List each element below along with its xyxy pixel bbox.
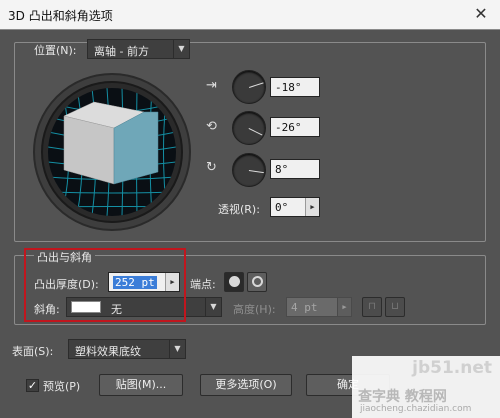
z-axis-rotate-icon: ↻ bbox=[206, 160, 217, 175]
surface-value: 塑料效果底纹 bbox=[75, 345, 141, 358]
perspective-arrow-icon[interactable]: ▶ bbox=[305, 198, 319, 216]
surface-label: 表面(S): bbox=[12, 345, 54, 358]
chevron-down-icon: ▼ bbox=[205, 298, 221, 316]
x-axis-rotate-icon: ⇥ bbox=[206, 78, 217, 93]
bevel-height-value: 4 pt bbox=[291, 301, 318, 314]
title-bar: 3D 凸出和斜角选项 ✕ bbox=[0, 0, 500, 30]
bevel-height-label: 高度(H): bbox=[233, 303, 276, 316]
z-rotation-field[interactable]: 8° bbox=[270, 159, 320, 179]
perspective-field[interactable]: 0° ▶ bbox=[270, 197, 320, 217]
cap-off-icon bbox=[252, 276, 263, 287]
z-rotation-value: 8° bbox=[275, 163, 289, 176]
highlight-box bbox=[24, 248, 186, 322]
bevel-outward-icon: ⊓ bbox=[368, 301, 376, 312]
y-rotation-field[interactable]: -26° bbox=[270, 117, 320, 137]
bevel-outward-button[interactable]: ⊓ bbox=[362, 297, 382, 317]
perspective-label: 透视(R): bbox=[218, 203, 260, 216]
position-label: 位置(N): bbox=[34, 44, 77, 57]
trackball[interactable] bbox=[32, 72, 192, 232]
close-button[interactable]: ✕ bbox=[470, 4, 492, 24]
chevron-down-icon: ▼ bbox=[173, 40, 189, 58]
x-rotation-dial[interactable] bbox=[232, 70, 266, 104]
chevron-down-icon: ▼ bbox=[169, 340, 185, 358]
dialog-body: 位置(N): 离轴 - 前方 ▼ ⇥ -18° ⟲ -26° ↻ 8° 透视(R… bbox=[0, 30, 500, 418]
watermark: jb51.net 查字典 教程网 jiaocheng.chazidian.com bbox=[352, 356, 500, 418]
cap-on-icon bbox=[229, 276, 240, 287]
bevel-height-arrow-icon[interactable]: ▶ bbox=[337, 298, 351, 316]
x-rotation-field[interactable]: -18° bbox=[270, 77, 320, 97]
surface-dropdown[interactable]: 塑料效果底纹 ▼ bbox=[68, 339, 186, 359]
preview-checkbox[interactable]: ✓ bbox=[26, 379, 39, 392]
window-title: 3D 凸出和斜角选项 bbox=[8, 9, 113, 23]
y-axis-rotate-icon: ⟲ bbox=[206, 119, 217, 134]
watermark-url: jiaocheng.chazidian.com bbox=[360, 404, 472, 414]
watermark-subtext: 查字典 教程网 bbox=[358, 389, 447, 405]
map-button[interactable]: 贴图(M)... bbox=[99, 374, 183, 396]
watermark-logo-text: jb51.net bbox=[412, 358, 492, 378]
cap-on-button[interactable] bbox=[224, 272, 244, 292]
preview-label[interactable]: 预览(P) bbox=[43, 378, 80, 394]
y-rotation-value: -26° bbox=[275, 121, 302, 134]
bevel-inward-button[interactable]: ⊔ bbox=[385, 297, 405, 317]
y-rotation-dial[interactable] bbox=[232, 111, 266, 145]
x-rotation-value: -18° bbox=[275, 81, 302, 94]
cap-label: 端点: bbox=[190, 278, 216, 291]
bevel-inward-icon: ⊔ bbox=[391, 301, 399, 312]
perspective-value: 0° bbox=[275, 201, 289, 214]
more-options-button[interactable]: 更多选项(O) bbox=[200, 374, 292, 396]
preview-cube bbox=[63, 101, 159, 185]
bevel-height-field[interactable]: 4 pt ▶ bbox=[286, 297, 352, 317]
position-preset-dropdown[interactable]: 离轴 - 前方 ▼ bbox=[87, 39, 190, 59]
cap-off-button[interactable] bbox=[247, 272, 267, 292]
z-rotation-dial[interactable] bbox=[232, 153, 266, 187]
position-preset-value: 离轴 - 前方 bbox=[94, 45, 149, 58]
